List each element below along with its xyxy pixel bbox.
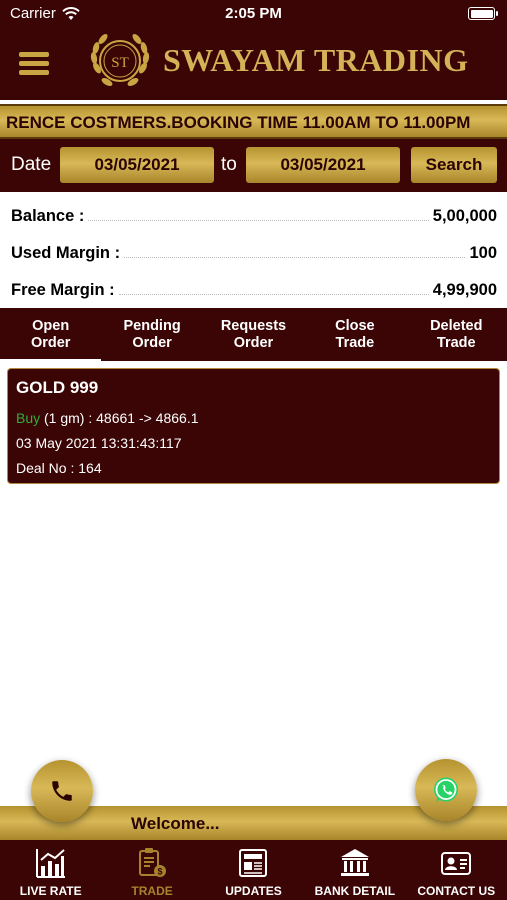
- to-date-field[interactable]: 03/05/2021: [246, 147, 400, 183]
- order-detail: Buy (1 gm) : 48661 -> 4866.1: [16, 410, 199, 426]
- tab-label: Trade: [335, 334, 375, 351]
- hamburger-menu-icon[interactable]: [19, 52, 49, 76]
- nav-label: BANK DETAIL: [314, 884, 396, 898]
- nav-updates[interactable]: UPDATES: [203, 840, 304, 900]
- order-tabs: Open Order Pending Order Requests Order …: [0, 308, 507, 361]
- nav-label: UPDATES: [225, 884, 282, 898]
- order-datetime: 03 May 2021 13:31:43:117: [16, 435, 182, 451]
- nav-label: TRADE: [131, 884, 173, 898]
- free-margin-value: 4,99,900: [432, 281, 497, 299]
- free-margin-label: Free Margin :: [11, 281, 115, 299]
- battery-icon: [468, 7, 498, 20]
- used-margin-label: Used Margin :: [11, 244, 121, 262]
- nav-bank-detail[interactable]: BANK DETAIL: [304, 840, 405, 900]
- free-margin-row: Free Margin : 4,99,900: [11, 274, 497, 300]
- balance-label: Balance :: [11, 207, 85, 225]
- tab-deleted-trade[interactable]: Deleted Trade: [406, 308, 507, 361]
- bottom-navigation: LIVE RATE $ TRADE UPDATES BANK DETAIL CO…: [0, 840, 507, 900]
- balance-row: Balance : 5,00,000: [11, 200, 497, 226]
- tab-label: Open: [32, 317, 70, 334]
- used-margin-row: Used Margin : 100: [11, 237, 497, 263]
- tab-label: Deleted: [430, 317, 483, 334]
- to-label: to: [221, 154, 237, 175]
- phone-icon: [52, 781, 72, 801]
- balance-value: 5,00,000: [432, 207, 497, 225]
- trade-icon: $: [139, 848, 167, 877]
- search-button[interactable]: Search: [411, 147, 497, 183]
- tab-label: Order: [132, 334, 172, 351]
- nav-label: CONTACT US: [417, 884, 496, 898]
- nav-live-rate[interactable]: LIVE RATE: [0, 840, 101, 900]
- whatsapp-button[interactable]: [415, 759, 477, 821]
- nav-trade[interactable]: $ TRADE: [101, 840, 202, 900]
- welcome-text: Welcome...: [131, 814, 220, 833]
- ticker-text: RENCE COSTMERS.BOOKING TIME 11.00AM TO 1…: [6, 113, 471, 132]
- used-margin-value: 100: [469, 244, 497, 262]
- date-label: Date: [11, 154, 52, 175]
- bank-icon: [340, 849, 369, 876]
- order-card[interactable]: GOLD 999 Buy (1 gm) : 48661 -> 4866.1 03…: [7, 368, 500, 484]
- tab-label: Close: [335, 317, 375, 334]
- chart-icon: [35, 849, 65, 878]
- date-filter-bar: Date 03/05/2021 to 03/05/2021 Search: [0, 139, 507, 192]
- announcement-ticker: RENCE COSTMERS.BOOKING TIME 11.00AM TO 1…: [0, 104, 507, 139]
- tab-close-trade[interactable]: Close Trade: [304, 308, 405, 361]
- svg-text:$: $: [158, 867, 163, 877]
- order-deal-number: Deal No : 164: [16, 460, 102, 476]
- contact-card-icon: [441, 852, 472, 875]
- whatsapp-icon: [434, 777, 458, 802]
- from-date-field[interactable]: 03/05/2021: [60, 147, 214, 183]
- status-bar: Carrier 2:05 PM: [0, 0, 507, 28]
- tab-pending-order[interactable]: Pending Order: [101, 308, 202, 361]
- order-price-detail: (1 gm) : 48661 -> 4866.1: [40, 410, 199, 426]
- tab-label: Pending: [123, 317, 181, 334]
- tab-label: Order: [30, 334, 71, 351]
- tab-requests-order[interactable]: Requests Order: [203, 308, 304, 361]
- tab-label: Requests: [220, 317, 287, 334]
- nav-contact-us[interactable]: CONTACT US: [406, 840, 507, 900]
- app-header: ST SWAYAM TRADING: [0, 28, 507, 100]
- tab-open-order[interactable]: Open Order: [0, 308, 102, 361]
- call-button[interactable]: [31, 760, 93, 822]
- account-summary: Balance : 5,00,000 Used Margin : 100 Fre…: [0, 196, 507, 308]
- app-title: SWAYAM TRADING: [163, 42, 469, 78]
- newspaper-icon: [239, 849, 268, 877]
- order-symbol: GOLD 999: [16, 378, 99, 397]
- order-side: Buy: [16, 410, 41, 426]
- status-time: 2:05 PM: [225, 5, 282, 22]
- laurel-logo-icon: ST: [90, 34, 150, 86]
- nav-label: LIVE RATE: [19, 884, 82, 898]
- tab-label: Order: [233, 334, 274, 351]
- tab-label: Trade: [436, 334, 476, 351]
- svg-text:ST: ST: [111, 55, 129, 71]
